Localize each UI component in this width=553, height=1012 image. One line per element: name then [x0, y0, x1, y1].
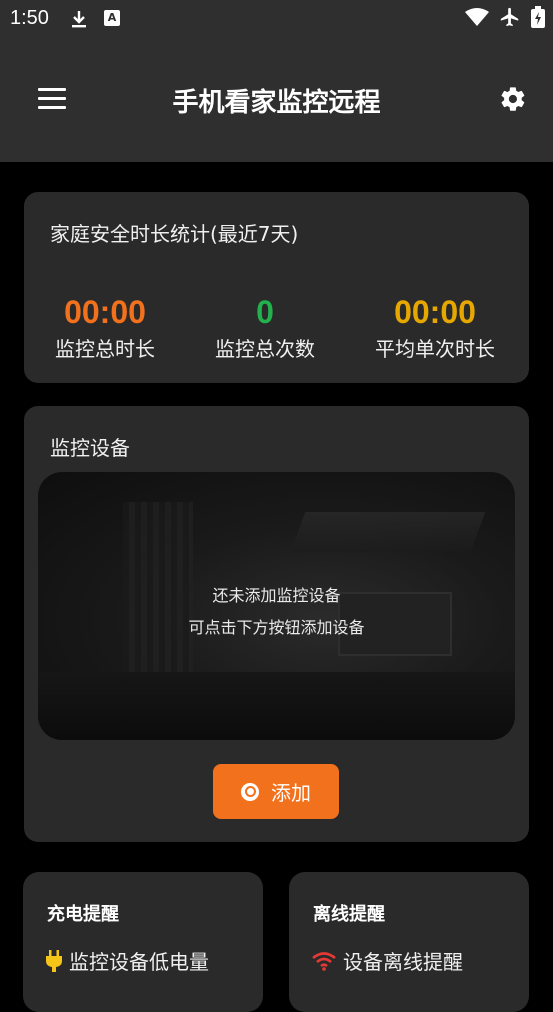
record-icon: [241, 782, 259, 801]
app-bar: 手机看家监控远程: [0, 38, 553, 162]
airplane-icon: [500, 7, 519, 27]
status-icons: [465, 6, 545, 28]
device-preview-placeholder: 还未添加监控设备 可点击下方按钮添加设备: [38, 472, 515, 740]
stat-average-duration: 00:00 平均单次时长: [350, 294, 520, 362]
stats-card: 家庭安全时长统计(最近7天) 00:00 监控总时长 0 监控总次数 00:00…: [24, 192, 529, 383]
charge-reminder-title: 充电提醒: [47, 904, 119, 925]
empty-state-message: 还未添加监控设备 可点击下方按钮添加设备: [38, 580, 515, 644]
devices-card: 监控设备 还未添加监控设备 可点击下方按钮添加设备 添加: [24, 406, 529, 842]
empty-line-1: 还未添加监控设备: [212, 586, 341, 605]
offline-reminder-text: 设备离线提醒: [343, 950, 463, 974]
wifi-icon: [312, 951, 336, 971]
settings-gear-icon[interactable]: [499, 85, 527, 113]
accessibility-icon: A: [104, 10, 120, 26]
stats-title: 家庭安全时长统计(最近7天): [50, 222, 299, 246]
stat-label: 平均单次时长: [375, 337, 495, 361]
empty-line-2: 可点击下方按钮添加设备: [188, 618, 365, 637]
stat-label: 监控总时长: [55, 337, 155, 361]
status-bar: 1:50 A: [0, 0, 553, 38]
offline-reminder-title: 离线提醒: [313, 904, 385, 925]
stat-total-count: 0 监控总次数: [180, 294, 350, 362]
stat-value: 00:00: [64, 294, 146, 330]
stat-value: 00:00: [394, 294, 476, 330]
download-icon: [72, 11, 86, 28]
add-device-button[interactable]: 添加: [213, 764, 339, 819]
charge-reminder-text: 监控设备低电量: [69, 950, 209, 974]
charge-reminder-card[interactable]: 充电提醒 监控设备低电量: [23, 872, 263, 1012]
page-title: 手机看家监控远程: [172, 88, 381, 118]
offline-reminder-card[interactable]: 离线提醒 设备离线提醒: [289, 872, 529, 1012]
devices-title: 监控设备: [50, 436, 130, 460]
status-time: 1:50: [10, 7, 49, 29]
stat-value: 0: [256, 294, 274, 330]
add-button-label: 添加: [271, 781, 311, 805]
plug-icon: [46, 949, 62, 972]
stat-total-duration: 00:00 监控总时长: [20, 294, 190, 362]
battery-icon: [531, 6, 545, 28]
wifi-signal-icon: [465, 8, 489, 26]
stat-label: 监控总次数: [215, 337, 315, 361]
